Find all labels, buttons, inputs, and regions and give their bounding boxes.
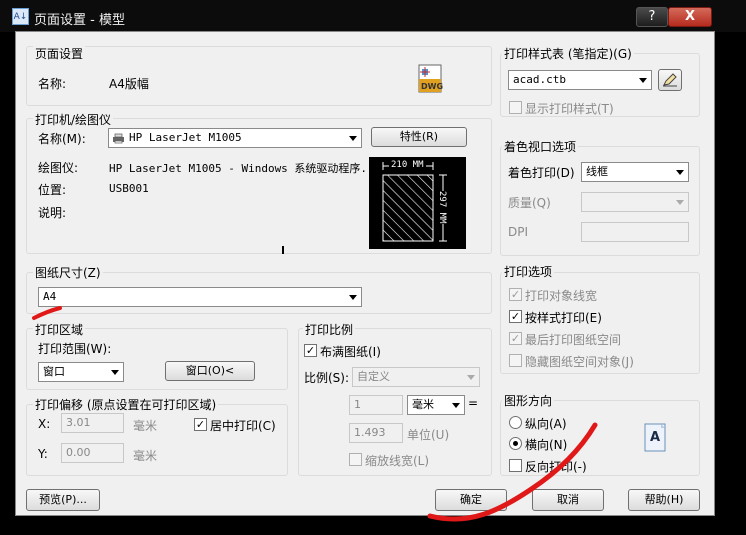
annotation-stroke-ok (427, 422, 598, 522)
annotation-stroke-paper (32, 306, 62, 320)
annotation-overlay (32, 306, 598, 522)
